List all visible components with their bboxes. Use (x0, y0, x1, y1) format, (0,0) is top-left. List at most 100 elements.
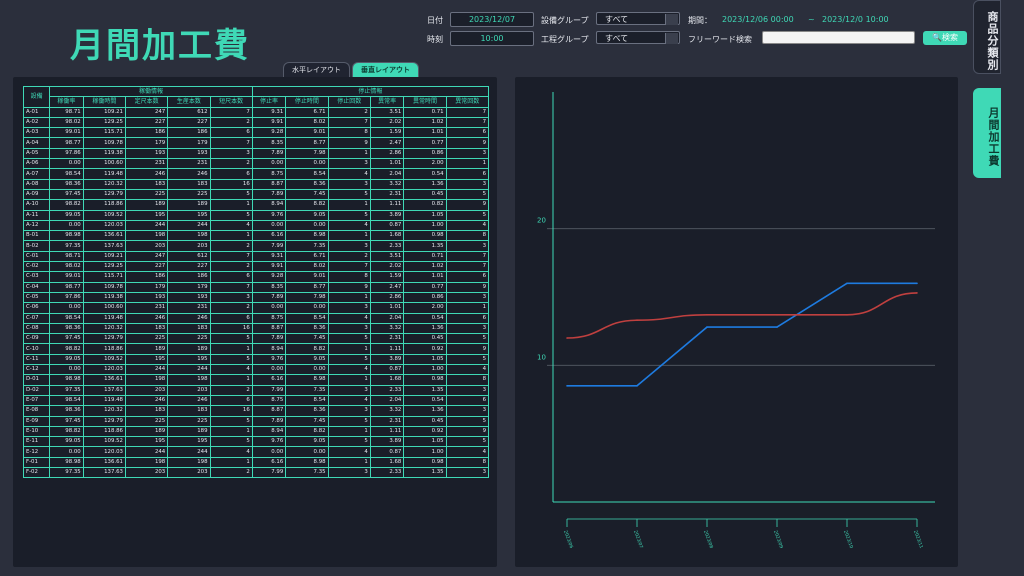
table-row[interactable]: F-01 98.98 136.61 198 198 1 6.16 8.98 1 1.68 0.98 8 (22, 456, 490, 468)
table-cell: 247 (124, 250, 169, 263)
table-cell: 612 (167, 106, 211, 118)
table-row[interactable]: C-03 99.01 115.71 186 186 6 9.28 9.01 8 1.59 1.01 6 (22, 271, 490, 283)
period-separator: ~ (808, 15, 815, 24)
table-cell: 119.48 (82, 394, 126, 407)
table-cell: 2.04 (369, 394, 405, 407)
table-cell: 6.16 (251, 374, 287, 386)
table-row[interactable]: A-12 0.00 120.03 244 244 4 0.00 0.00 4 0.87 1.00 4 (22, 219, 490, 232)
table-row[interactable]: C-12 0.00 120.03 244 244 4 0.00 0.00 4 0.87 1.00 4 (22, 364, 490, 376)
table-cell: 2.86 (369, 147, 405, 160)
side-tab-monthly-cost[interactable]: 月間加工費 (973, 88, 1001, 178)
table-row[interactable]: A-11 99.05 109.52 195 195 5 9.76 9.05 5 3.89 1.05 5 (22, 209, 490, 221)
table-cell: 225 (124, 188, 169, 201)
table-cell: 203 (124, 466, 169, 479)
table-row[interactable]: C-10 98.82 118.86 189 189 1 8.94 8.82 1 1.11 0.92 9 (22, 343, 490, 355)
column-header: 異常率 (369, 96, 405, 108)
table-cell: 246 (167, 312, 211, 324)
table-cell: 115.71 (82, 271, 126, 283)
table-cell: 119.48 (82, 312, 126, 324)
table-cell: 97.86 (49, 291, 84, 304)
table-cell: 5 (445, 353, 490, 366)
table-row[interactable]: A-01 98.71 109.21 247 612 7 9.31 6.71 2 3.51 0.71 7 (22, 106, 490, 118)
table-cell: 189 (167, 425, 211, 438)
table-row[interactable]: E-09 97.45 129.79 225 225 5 7.89 7.45 5 2.31 0.45 5 (22, 415, 490, 427)
table-cell: 97.35 (49, 466, 84, 479)
date-label: 日付 (427, 16, 443, 25)
table-row[interactable]: C-08 98.36 120.32 183 183 16 8.87 8.36 3 3.32 1.36… (22, 322, 490, 335)
table-row[interactable]: A-02 98.02 129.25 227 227 2 9.91 8.02 7 2.02 1.02 7 (22, 116, 490, 129)
y-tick-label: 10 (537, 353, 546, 361)
time-field[interactable]: 10:00 (450, 31, 534, 46)
table-cell: 189 (167, 199, 211, 211)
table-cell: 98.54 (49, 312, 84, 324)
table-cell: 7.89 (251, 333, 287, 345)
table-row[interactable]: C-02 98.02 129.25 227 227 2 9.91 8.02 7 2.02 1.02 7 (22, 261, 490, 273)
table-row[interactable]: F-02 97.35 137.63 203 203 2 7.99 7.35 3 2.33 1.35 3 (22, 466, 490, 479)
table-cell: 5 (209, 209, 253, 221)
table-row[interactable]: E-10 98.82 118.86 189 189 1 8.94 8.82 1 1.11 0.92 9 (22, 425, 490, 438)
table-cell: 1.11 (369, 343, 405, 355)
equipment-id-cell: E-12 (22, 446, 51, 458)
table-cell: 3 (209, 147, 253, 160)
table-row[interactable]: A-07 98.54 119.48 246 246 6 8.75 8.54 4 2.04 0.54 6 (22, 168, 490, 180)
table-cell: 7.45 (285, 333, 329, 345)
freeword-search-input[interactable] (762, 31, 915, 44)
process-group-select[interactable]: すべて (596, 31, 680, 44)
table-row[interactable]: D-01 98.98 136.61 198 198 1 6.16 8.98 1 1.68 0.98 8 (22, 374, 490, 386)
table-cell: 195 (124, 209, 169, 221)
table-row[interactable]: C-01 98.71 109.21 247 612 7 9.31 6.71 2 3.51 0.71 7 (22, 250, 490, 263)
table-cell: 195 (124, 436, 169, 448)
table-row[interactable]: E-08 98.36 120.32 183 183 16 8.87 8.36 3 3.32 1.36… (22, 405, 490, 417)
table-row[interactable]: A-09 97.45 129.79 225 225 5 7.89 7.45 5 2.31 0.45 5 (22, 188, 490, 201)
table-cell: 7.98 (285, 291, 329, 304)
table-cell: 8.36 (285, 405, 329, 417)
table-cell: 1.01 (403, 127, 447, 139)
table-cell: 97.35 (49, 240, 84, 252)
table-cell: 6 (445, 394, 490, 407)
table-cell: 9.05 (285, 436, 329, 448)
table-row[interactable]: A-04 98.77 109.78 179 179 7 8.35 8.77 9 2.47 0.77 9 (22, 137, 490, 149)
table-cell: 9.01 (285, 271, 329, 283)
table-row[interactable]: A-06 0.00 100.60 231 231 2 0.00 0.00 3 1.01 2.00 1 (22, 158, 490, 170)
table-row[interactable]: C-11 99.05 109.52 195 195 5 9.76 9.05 5 3.89 1.05 5 (22, 353, 490, 366)
table-cell: 1.59 (369, 271, 405, 283)
table-row[interactable]: C-09 97.45 129.79 225 225 5 7.89 7.45 5 2.31 0.45 5 (22, 333, 490, 345)
table-row[interactable]: D-02 97.35 137.63 203 203 2 7.99 7.35 3 2.33 1.35 3 (22, 384, 490, 396)
table-cell: 5 (445, 209, 490, 221)
table-row[interactable]: C-07 98.54 119.48 246 246 6 8.75 8.54 4 2.04 0.54 6 (22, 312, 490, 324)
table-row[interactable]: A-08 98.36 120.32 183 183 16 8.87 8.36 3 3.32 1.36… (22, 178, 490, 190)
table-row[interactable]: C-06 0.00 100.60 231 231 2 0.00 0.00 3 1.01 2.00 1 (22, 302, 490, 314)
table-cell: 1 (209, 374, 253, 386)
table-cell: 179 (167, 137, 211, 149)
table-cell: 8.87 (251, 178, 287, 190)
table-cell: 129.79 (82, 188, 126, 201)
table-row[interactable]: E-11 99.05 109.52 195 195 5 9.76 9.05 5 3.89 1.05 5 (22, 436, 490, 448)
table-row[interactable]: C-04 98.77 109.78 179 179 7 8.35 8.77 9 2.47 0.77 9 (22, 281, 490, 293)
table-row[interactable]: A-03 99.01 115.71 186 186 6 9.28 9.01 8 1.59 1.01 6 (22, 127, 490, 139)
table-cell: 109.78 (82, 281, 126, 293)
table-cell: 5 (209, 436, 253, 448)
table-row[interactable]: A-05 97.86 119.38 193 193 3 7.89 7.98 1 2.86 0.86 3 (22, 147, 490, 160)
tab-vertical-layout[interactable]: 垂直レイアウト (352, 62, 419, 77)
data-point (776, 313, 778, 316)
table-cell: 3.51 (369, 250, 405, 263)
side-tab-product-category[interactable]: 商品分類別 (973, 0, 1001, 74)
table-row[interactable]: C-05 97.86 119.38 193 193 3 7.89 7.98 1 2.86 0.86 3 (22, 291, 490, 304)
table-row[interactable]: E-12 0.00 120.03 244 244 4 0.00 0.00 4 0.87 1.00 4 (22, 446, 490, 458)
table-cell: 0.98 (403, 456, 447, 468)
table-row[interactable]: A-10 98.82 118.86 189 189 1 8.94 8.82 1 1.11 0.82 9 (22, 199, 490, 211)
table-row[interactable]: E-07 98.54 119.48 246 246 6 8.75 8.54 4 2.04 0.54 6 (22, 394, 490, 407)
table-cell: 9.28 (251, 127, 287, 139)
equip-group-select[interactable]: すべて (596, 12, 680, 25)
x-tick-label: 2023/09 (772, 530, 784, 550)
tab-horizontal-layout[interactable]: 水平レイアウト (283, 62, 350, 77)
table-cell: 7.45 (285, 415, 329, 427)
table-row[interactable]: B-02 97.35 137.63 203 203 2 7.99 7.35 3 2.33 1.35 3 (22, 240, 490, 252)
table-cell: 6 (209, 127, 253, 139)
table-cell: 7.89 (251, 188, 287, 201)
date-field[interactable]: 2023/12/07 (450, 12, 534, 27)
table-cell: 2.31 (369, 415, 405, 427)
table-cell: 0.00 (251, 364, 287, 376)
search-button[interactable]: 🔍検索 (923, 31, 967, 45)
table-row[interactable]: B-01 98.98 136.61 198 198 1 6.16 8.98 1 1.68 0.98 8 (22, 230, 490, 242)
